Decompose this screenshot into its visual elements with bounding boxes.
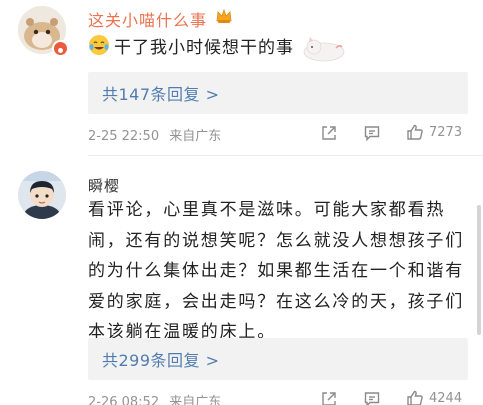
comment-meta: 2-25 22:50 来自广东 [88,125,227,144]
reply-count-label: 共147条回复 > [102,85,220,104]
cat-sticker-icon [300,34,346,62]
divider [88,155,483,156]
share-icon[interactable] [320,124,338,142]
like-count: 4244 [429,391,463,405]
share-icon[interactable] [320,390,338,405]
comment-date: 2-25 22:50 [88,129,160,144]
like-count: 7273 [429,125,463,140]
crown-icon [215,7,233,25]
laughing-tears-emoji-icon [88,34,110,56]
reply-count-button[interactable]: 共299条回复 > [88,338,468,380]
scrollbar[interactable] [477,205,481,335]
comment-item: 瞬樱 看评论，心里真不是滋味。可能大家都看热闹，还有的说想笑呢？怎么就没人想想孩… [0,163,483,405]
comment-source: 来自广东 [169,129,222,144]
comment-item: 这关小喵什么事 干了我小时候想干的事 共147条回复 > 2-25 22:50 … [0,0,483,156]
username[interactable]: 这关小喵什么事 [88,7,207,31]
comment-text: 干了我小时候想干的事 [114,37,294,58]
comment-date: 2-26 08:52 [88,395,160,405]
avatar[interactable] [18,171,66,219]
reply-count-button[interactable]: 共147条回复 > [88,72,468,114]
comment-source: 来自广东 [169,395,222,405]
comment-meta: 2-26 08:52 来自广东 [88,391,227,405]
like-icon[interactable] [406,123,424,141]
comment-icon[interactable] [363,124,381,142]
comment-body: 干了我小时候想干的事 [88,32,294,58]
comment-text: 看评论，心里真不是滋味。可能大家都看热闹，还有的说想笑呢？怎么就没人想想孩子们的… [88,200,464,342]
reply-count-label: 共299条回复 > [102,351,220,370]
comment-icon[interactable] [363,390,381,405]
like-icon[interactable] [406,389,424,405]
vip-badge-icon [52,40,69,57]
username[interactable]: 瞬樱 [88,175,120,196]
